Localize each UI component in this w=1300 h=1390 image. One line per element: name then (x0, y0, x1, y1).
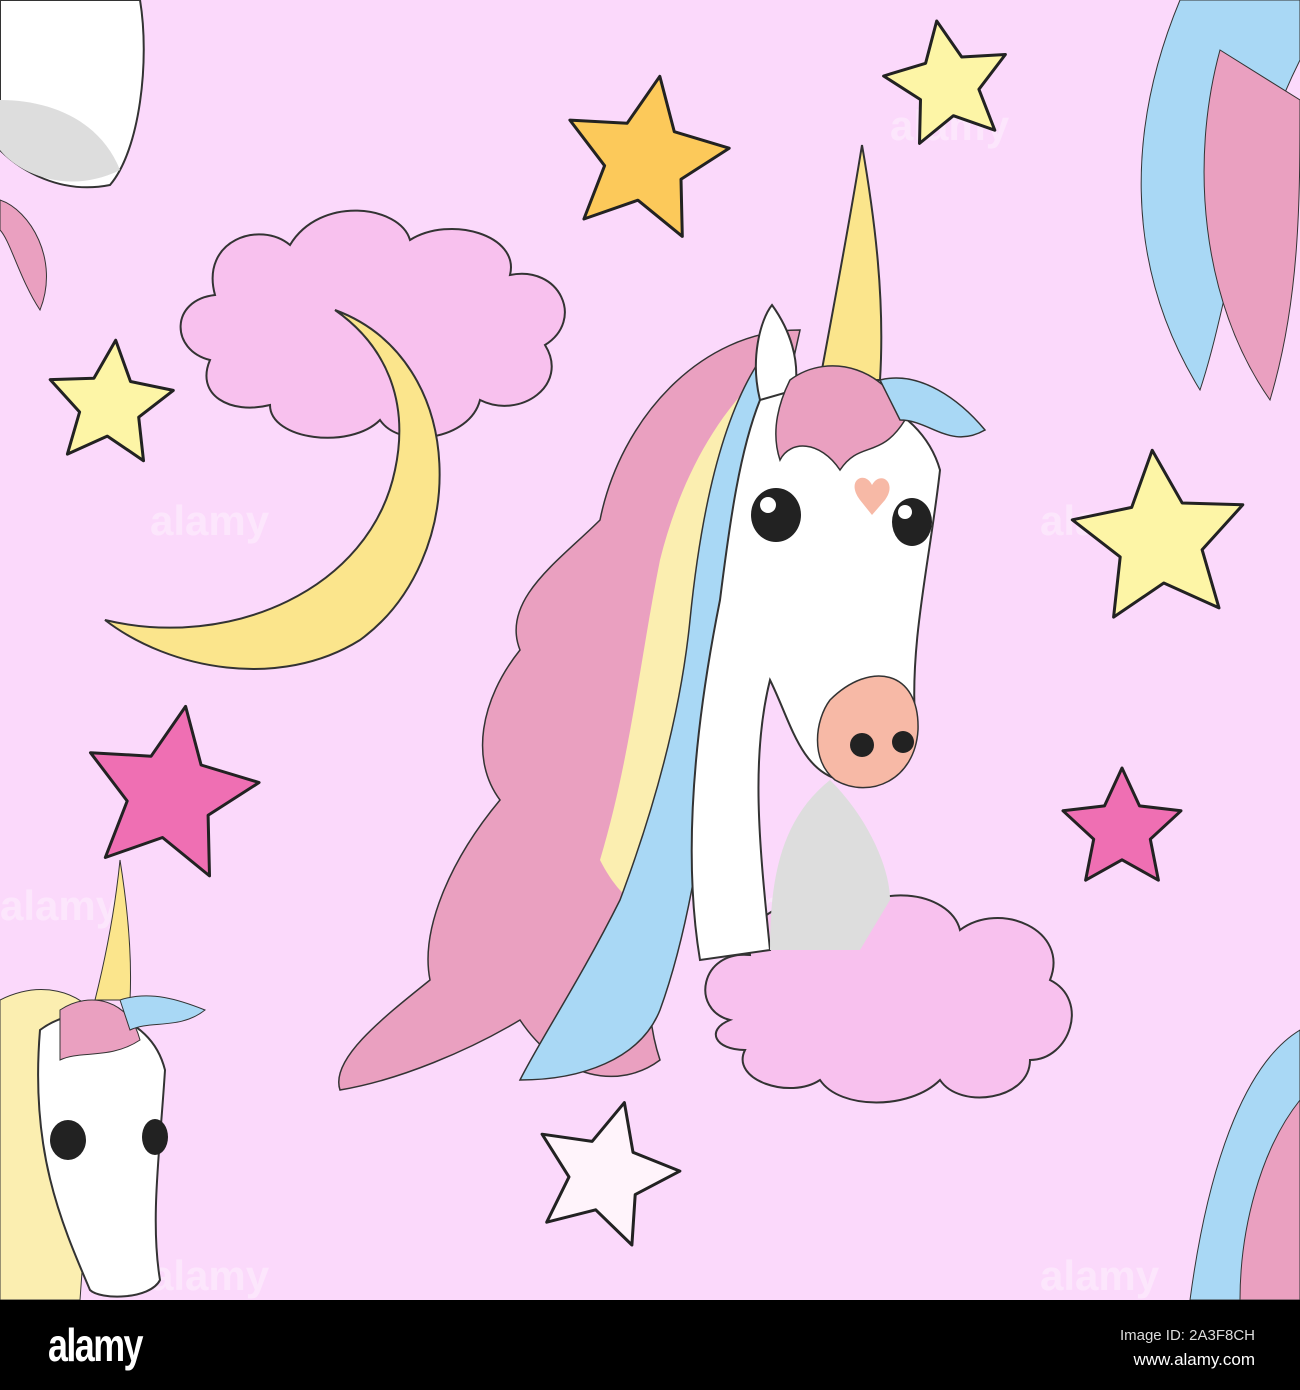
nostril (892, 731, 914, 753)
stock-footer-bar: alamy Image ID: 2A3F8CH www.alamy.com (0, 1300, 1300, 1390)
star-icon (1061, 766, 1183, 882)
website-link[interactable]: www.alamy.com (1133, 1350, 1255, 1370)
eye-left (751, 488, 801, 542)
star-icon (89, 704, 261, 878)
star-icon (48, 338, 175, 463)
nostril (850, 733, 874, 757)
watermark-text: alamy (150, 1252, 270, 1299)
eye-right (892, 498, 932, 546)
watermark-text: alamy (1040, 1252, 1160, 1299)
star-icon (568, 74, 731, 238)
horn (818, 144, 883, 381)
star-icon (1070, 448, 1245, 619)
watermark-text: alamy (150, 497, 270, 544)
alamy-logo: alamy (48, 1319, 144, 1371)
unicorn-partial-right (1140, 0, 1300, 1300)
image-id-label: Image ID: 2A3F8CH (1119, 1327, 1255, 1344)
star-icon (540, 1101, 682, 1247)
unicorn-partial-top-left (0, 0, 145, 312)
watermark-text: alamy (0, 882, 120, 929)
cloud-top (179, 209, 566, 439)
unicorn-pattern-illustration: alamyalamyalamyalamyalamyalamyalamy (0, 0, 1300, 1300)
